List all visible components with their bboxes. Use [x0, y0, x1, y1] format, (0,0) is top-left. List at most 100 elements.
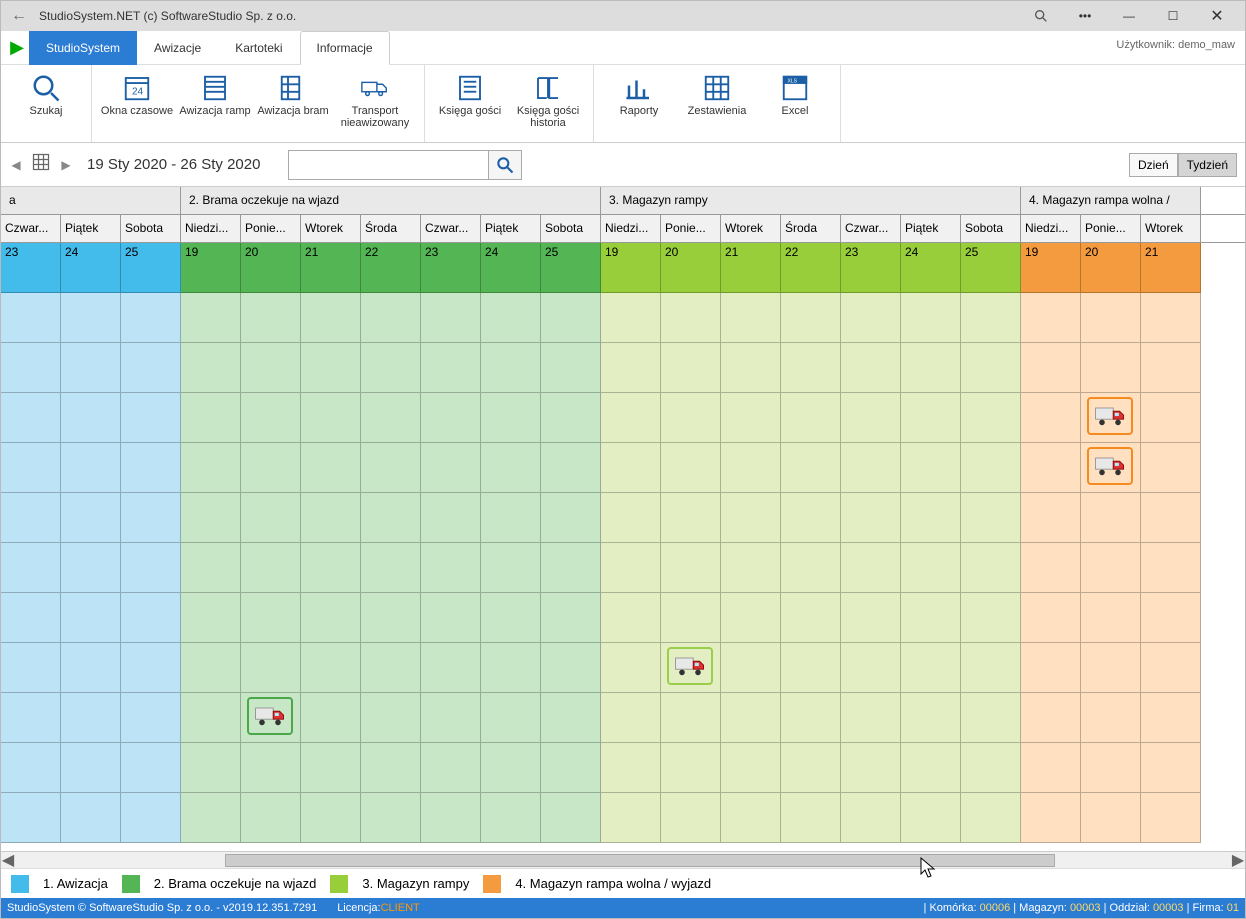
schedule-cell[interactable]: 23	[421, 243, 481, 293]
view-week-button[interactable]: Tydzień	[1178, 153, 1237, 177]
schedule-cell[interactable]	[901, 643, 961, 693]
schedule-cell[interactable]	[781, 693, 841, 743]
schedule-cell[interactable]	[481, 493, 541, 543]
schedule-cell[interactable]	[961, 443, 1021, 493]
schedule-cell[interactable]	[661, 593, 721, 643]
schedule-cell[interactable]	[241, 593, 301, 643]
schedule-cell[interactable]	[721, 293, 781, 343]
tool-ksiega-historia[interactable]: Księga gości historia	[509, 69, 587, 138]
schedule-cell[interactable]: 24	[61, 243, 121, 293]
schedule-cell[interactable]	[481, 343, 541, 393]
schedule-cell[interactable]	[721, 393, 781, 443]
schedule-cell[interactable]	[481, 293, 541, 343]
schedule-cell[interactable]	[661, 293, 721, 343]
schedule-cell[interactable]: 21	[1141, 243, 1201, 293]
schedule-cell[interactable]	[721, 793, 781, 843]
schedule-cell[interactable]	[361, 393, 421, 443]
schedule-cell[interactable]	[841, 343, 901, 393]
schedule-cell[interactable]	[241, 343, 301, 393]
schedule-cell[interactable]	[961, 343, 1021, 393]
schedule-cell[interactable]	[61, 793, 121, 843]
schedule-cell[interactable]	[121, 543, 181, 593]
schedule-cell[interactable]	[181, 793, 241, 843]
truck-icon[interactable]	[247, 697, 293, 735]
menu-awizacje[interactable]: Awizacje	[137, 31, 218, 65]
schedule-cell[interactable]	[361, 343, 421, 393]
schedule-cell[interactable]	[541, 743, 601, 793]
schedule-cell[interactable]	[481, 643, 541, 693]
schedule-cell[interactable]	[1081, 743, 1141, 793]
schedule-cell[interactable]	[961, 793, 1021, 843]
schedule-cell[interactable]	[721, 593, 781, 643]
schedule-cell[interactable]	[601, 543, 661, 593]
schedule-cell[interactable]	[661, 393, 721, 443]
schedule-cell[interactable]	[1, 743, 61, 793]
schedule-cell[interactable]	[1021, 293, 1081, 343]
schedule-cell[interactable]	[961, 293, 1021, 343]
schedule-cell[interactable]	[901, 543, 961, 593]
schedule-cell[interactable]	[181, 493, 241, 543]
schedule-cell[interactable]	[1141, 443, 1201, 493]
schedule-cell[interactable]	[601, 443, 661, 493]
tool-bram[interactable]: Awizacja bram	[254, 69, 332, 138]
tool-raporty[interactable]: Raporty	[600, 69, 678, 138]
schedule-cell[interactable]	[781, 443, 841, 493]
menu-informacje[interactable]: Informacje	[300, 31, 390, 65]
schedule-cell[interactable]	[781, 743, 841, 793]
schedule-cell[interactable]	[841, 693, 901, 743]
schedule-cell[interactable]	[241, 793, 301, 843]
schedule-cell[interactable]	[1081, 643, 1141, 693]
schedule-cell[interactable]	[541, 443, 601, 493]
schedule-cell[interactable]	[781, 793, 841, 843]
schedule-cell[interactable]	[1, 393, 61, 443]
schedule-cell[interactable]	[241, 693, 301, 743]
schedule-cell[interactable]	[601, 593, 661, 643]
schedule-cell[interactable]	[301, 493, 361, 543]
schedule-cell[interactable]	[781, 593, 841, 643]
schedule-cell[interactable]	[1141, 743, 1201, 793]
schedule-body[interactable]: 2324251920212223242519202122232425192021	[1, 243, 1245, 851]
schedule-cell[interactable]	[1081, 343, 1141, 393]
schedule-cell[interactable]	[241, 743, 301, 793]
schedule-cell[interactable]	[661, 743, 721, 793]
schedule-cell[interactable]	[601, 293, 661, 343]
schedule-cell[interactable]	[601, 743, 661, 793]
schedule-cell[interactable]	[541, 793, 601, 843]
schedule-cell[interactable]	[961, 593, 1021, 643]
schedule-cell[interactable]	[481, 543, 541, 593]
schedule-cell[interactable]	[121, 443, 181, 493]
schedule-cell[interactable]	[661, 643, 721, 693]
schedule-cell[interactable]	[841, 593, 901, 643]
schedule-cell[interactable]	[121, 593, 181, 643]
schedule-cell[interactable]	[421, 643, 481, 693]
schedule-cell[interactable]	[721, 443, 781, 493]
schedule-cell[interactable]	[1, 443, 61, 493]
schedule-cell[interactable]	[301, 743, 361, 793]
schedule-cell[interactable]	[601, 393, 661, 443]
truck-icon[interactable]	[1087, 397, 1133, 435]
schedule-cell[interactable]	[301, 593, 361, 643]
schedule-cell[interactable]	[481, 593, 541, 643]
schedule-cell[interactable]	[841, 443, 901, 493]
schedule-cell[interactable]	[241, 643, 301, 693]
schedule-cell[interactable]	[241, 393, 301, 443]
next-arrow-icon[interactable]: ▶	[59, 158, 73, 172]
schedule-cell[interactable]	[1021, 543, 1081, 593]
schedule-cell[interactable]	[1081, 493, 1141, 543]
schedule-cell[interactable]	[421, 793, 481, 843]
schedule-cell[interactable]	[421, 593, 481, 643]
schedule-cell[interactable]	[1021, 743, 1081, 793]
schedule-cell[interactable]	[1081, 593, 1141, 643]
schedule-cell[interactable]	[961, 393, 1021, 443]
tool-transport[interactable]: Transport nieawizowany	[332, 69, 418, 138]
schedule-cell[interactable]	[1021, 793, 1081, 843]
schedule-cell[interactable]	[1081, 443, 1141, 493]
schedule-cell[interactable]: 19	[1021, 243, 1081, 293]
schedule-cell[interactable]	[181, 293, 241, 343]
schedule-cell[interactable]	[1081, 293, 1141, 343]
schedule-cell[interactable]	[661, 543, 721, 593]
schedule-cell[interactable]	[841, 743, 901, 793]
schedule-cell[interactable]	[1021, 393, 1081, 443]
schedule-cell[interactable]	[961, 493, 1021, 543]
schedule-cell[interactable]	[721, 693, 781, 743]
